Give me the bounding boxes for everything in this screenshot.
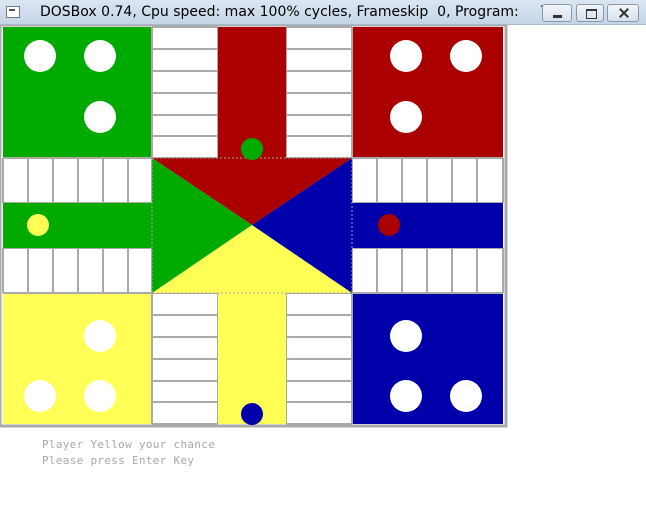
red-token[interactable] bbox=[378, 214, 400, 236]
green-home-strip bbox=[3, 203, 152, 248]
blue-token[interactable] bbox=[450, 380, 482, 412]
green-home bbox=[3, 27, 152, 158]
green-token[interactable] bbox=[24, 40, 56, 72]
ludo-board bbox=[0, 25, 508, 428]
blue-home bbox=[352, 293, 503, 424]
green-token[interactable] bbox=[84, 101, 116, 133]
yellow-home bbox=[3, 293, 152, 424]
window-title: DOSBox 0.74, Cpu speed: max 100% cycles,… bbox=[40, 4, 559, 20]
dos-screen[interactable]: Player Yellow your chance Please press E… bbox=[0, 25, 646, 509]
close-button[interactable] bbox=[607, 4, 639, 22]
minimize-button[interactable] bbox=[542, 4, 572, 22]
close-icon bbox=[608, 5, 638, 21]
yellow-token[interactable] bbox=[84, 320, 116, 352]
title-bar[interactable]: DOSBox 0.74, Cpu speed: max 100% cycles,… bbox=[0, 0, 646, 25]
dosbox-icon[interactable] bbox=[6, 6, 20, 18]
red-home bbox=[352, 27, 503, 158]
green-token[interactable] bbox=[84, 40, 116, 72]
red-token[interactable] bbox=[390, 40, 422, 72]
yellow-token[interactable] bbox=[24, 380, 56, 412]
maximize-button[interactable] bbox=[576, 4, 604, 22]
prompt-message: Please press Enter Key bbox=[42, 454, 195, 467]
blue-token[interactable] bbox=[241, 403, 263, 425]
status-message: Player Yellow your chance bbox=[42, 438, 216, 451]
blue-home-strip bbox=[352, 203, 503, 248]
yellow-token[interactable] bbox=[27, 214, 49, 236]
green-token[interactable] bbox=[241, 138, 263, 160]
red-token[interactable] bbox=[450, 40, 482, 72]
maximize-icon bbox=[577, 5, 603, 21]
blue-token[interactable] bbox=[390, 380, 422, 412]
red-token[interactable] bbox=[390, 101, 422, 133]
blue-token[interactable] bbox=[390, 320, 422, 352]
minimize-icon bbox=[543, 5, 571, 21]
yellow-token[interactable] bbox=[84, 380, 116, 412]
